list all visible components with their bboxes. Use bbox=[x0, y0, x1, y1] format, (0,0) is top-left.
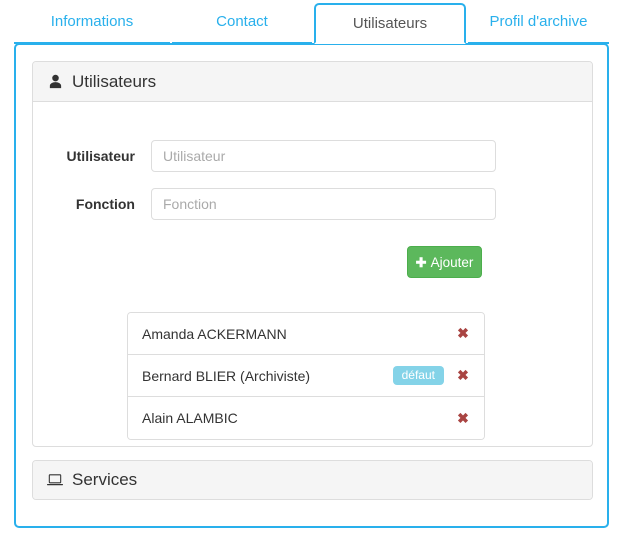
user-name: Amanda ACKERMANN bbox=[142, 325, 287, 342]
user-icon bbox=[47, 74, 63, 90]
remove-icon[interactable]: ✖ bbox=[456, 325, 470, 342]
tab-informations-label: Informations bbox=[50, 13, 134, 30]
list-item[interactable]: Amanda ACKERMANN ✖ bbox=[128, 313, 484, 355]
user-form-group: Utilisateur bbox=[33, 140, 496, 172]
list-item[interactable]: Bernard BLIER (Archiviste) défaut ✖ bbox=[128, 355, 484, 397]
tab-content-panel: Utilisateurs Utilisateur Fonction ✚ Ajou… bbox=[14, 43, 609, 528]
list-item[interactable]: Alain ALAMBIC ✖ bbox=[128, 397, 484, 439]
fonction-input[interactable] bbox=[151, 188, 496, 220]
tab-contact[interactable]: Contact bbox=[172, 3, 312, 44]
laptop-icon bbox=[47, 472, 63, 488]
plus-icon: ✚ bbox=[415, 254, 427, 270]
remove-icon[interactable]: ✖ bbox=[456, 367, 470, 384]
remove-icon[interactable]: ✖ bbox=[456, 410, 470, 427]
users-panel-heading: Utilisateurs bbox=[33, 62, 592, 102]
users-panel-body: Utilisateur Fonction ✚ Ajouter Amanda AC… bbox=[33, 102, 592, 447]
tab-contact-label: Contact bbox=[216, 13, 268, 30]
user-field-label: Utilisateur bbox=[66, 148, 135, 164]
services-panel[interactable]: Services bbox=[32, 460, 593, 500]
fonction-form-group: Fonction bbox=[33, 188, 496, 220]
add-user-button[interactable]: ✚ Ajouter bbox=[407, 246, 482, 278]
tab-profil-archive-label: Profil d'archive bbox=[489, 13, 588, 30]
services-panel-heading[interactable]: Services bbox=[33, 461, 592, 499]
tab-informations[interactable]: Informations bbox=[14, 3, 170, 44]
tab-profil-archive[interactable]: Profil d'archive bbox=[468, 3, 609, 44]
users-panel-title: Utilisateurs bbox=[72, 71, 157, 91]
user-name: Bernard BLIER (Archiviste) bbox=[142, 367, 311, 384]
users-panel: Utilisateurs Utilisateur Fonction ✚ Ajou… bbox=[32, 61, 593, 447]
tab-bar: Informations Contact Utilisateurs Profil… bbox=[14, 3, 609, 45]
tab-utilisateurs-label: Utilisateurs bbox=[352, 15, 428, 32]
fonction-field-label: Fonction bbox=[75, 196, 135, 212]
tab-utilisateurs[interactable]: Utilisateurs bbox=[314, 3, 466, 44]
add-user-button-label: Ajouter bbox=[430, 254, 474, 270]
user-input[interactable] bbox=[151, 140, 496, 172]
users-list: Amanda ACKERMANN ✖ Bernard BLIER (Archiv… bbox=[127, 312, 485, 440]
user-name: Alain ALAMBIC bbox=[142, 410, 238, 426]
status-badge: défaut bbox=[392, 365, 444, 386]
services-panel-title: Services bbox=[72, 470, 138, 489]
